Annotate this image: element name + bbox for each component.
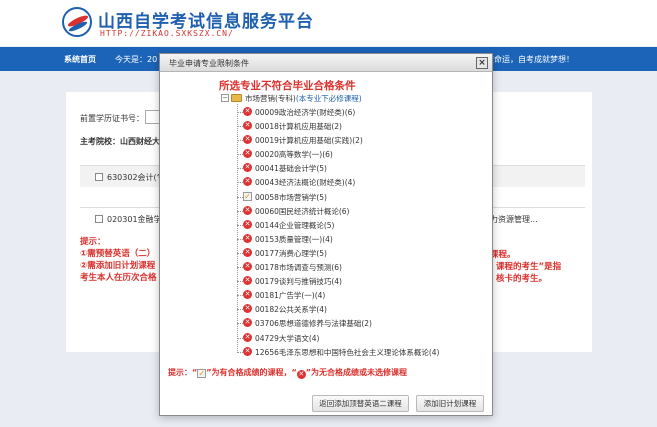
nav-date: 今天是：20 (115, 55, 158, 64)
course-label: 00019计算机应用基础(实践)(2) (255, 136, 363, 146)
course-label: 00018计算机应用基础(2) (255, 122, 342, 132)
cross-icon: ✕ (243, 135, 252, 145)
page-tip-right: 课程的考生”是指 (496, 262, 562, 272)
add-old-plan-button[interactable]: 添加旧计划课程 (416, 395, 484, 412)
cross-icon: ✕ (243, 219, 252, 229)
tree-branch (237, 309, 243, 311)
page-tip-line: ①需预替英语（二） (80, 249, 156, 259)
course-label: 00041基础会计学(5) (255, 164, 327, 174)
cross-icon: ✕ (243, 163, 252, 173)
major-row-extra: 力资源管理... (490, 215, 538, 224)
major-row-label: 630302会计(专 (107, 173, 165, 182)
major-checkbox[interactable] (95, 173, 103, 181)
dialog-heading: 所选专业不符合毕业合格条件 (219, 80, 356, 92)
course-label: 00020高等数学(一)(6) (255, 150, 333, 160)
course-label: 03706思想道德修养与法律基础(2) (255, 319, 372, 329)
page-tip-right: 课程。 (490, 250, 516, 260)
back-add-english-button[interactable]: 返回添加顶替英语二课程 (312, 395, 409, 412)
cross-icon: ✕ (243, 149, 252, 159)
course-label: 00182公共关系学(4) (255, 305, 327, 315)
page-tip-line: 考生本人在历次合格 (80, 273, 157, 283)
legend-pass-text: ”为有合格成绩的课程，“ (206, 368, 297, 377)
dialog-title: 毕业申请专业限制条件 (169, 59, 249, 68)
course-label: 00144企业管理概论(5) (255, 220, 335, 230)
cross-icon: ✕ (243, 332, 252, 342)
cross-icon: ✕ (243, 247, 252, 257)
course-label: 00177消费心理学(5) (255, 248, 327, 258)
tree-root-sublabel: (本专业下必修课程) (295, 94, 362, 103)
course-label: 00179谈判与推销技巧(4) (255, 277, 342, 287)
tree-branch (237, 154, 243, 156)
cross-icon: ✕ (243, 205, 252, 215)
legend-fail-text: ”为无合格成绩或未选修课程 (305, 368, 408, 377)
tree-branch (237, 323, 243, 325)
cross-icon: ✕ (243, 262, 252, 272)
dialog-legend: 提示：“✓”为有合格成绩的课程，“ ✕ ”为无合格成绩或未选修课程 (168, 367, 407, 379)
cross-icon: ✕ (296, 370, 306, 379)
site-header: 山西自学考试信息服务平台 HTTP://ZIKAO.SXKSZX.CN/ (0, 0, 657, 46)
check-icon: ✓ (197, 369, 207, 378)
major-row-label: 020301金融学( (107, 215, 165, 224)
course-label: 00153质量管理(一)(4) (255, 234, 333, 244)
folder-icon (231, 94, 242, 102)
page-tip-right: 核卡的考生。 (496, 274, 548, 284)
page-tip-line: ②需添加旧计划课程 (80, 261, 156, 271)
major-checkbox[interactable] (95, 215, 103, 223)
cross-icon: ✕ (243, 290, 252, 300)
cross-icon: ✕ (243, 177, 252, 187)
collapse-icon[interactable]: − (221, 94, 229, 102)
cross-icon: ✕ (243, 276, 252, 286)
tree-root-label: 市场营销(专科) (245, 94, 296, 103)
course-label: 00058市场营销学(5) (255, 192, 327, 202)
cross-icon: ✕ (243, 233, 252, 243)
cross-icon: ✕ (243, 121, 252, 131)
edu-cert-label: 前置学历证书号： (80, 114, 144, 123)
course-label: 04729大学语文(4) (255, 333, 320, 343)
cross-icon: ✕ (243, 107, 252, 116)
cross-icon: ✕ (243, 304, 252, 314)
close-icon[interactable]: × (476, 57, 488, 69)
course-label: 00009政治经济学(财经类)(6) (255, 108, 356, 117)
site-logo-icon (62, 7, 92, 37)
graduation-restriction-dialog: 毕业申请专业限制条件 × 所选专业不符合毕业合格条件 − 市场营销(专科)(本专… (159, 53, 493, 416)
check-icon: ✓ (243, 191, 252, 201)
tree-branch (237, 182, 243, 184)
course-label: 00181广告学(一)(4) (255, 291, 326, 301)
site-url: HTTP://ZIKAO.SXKSZX.CN/ (100, 29, 234, 38)
cross-icon: ✕ (243, 318, 252, 328)
nav-home-link[interactable]: 系统首页 (64, 54, 96, 65)
course-label: 00060国民经济统计概论(6) (255, 206, 350, 216)
course-label: 00043经济法概论(财经类)(4) (255, 178, 356, 188)
course-label: 00178市场调查与预测(6) (255, 263, 342, 273)
page-tip: 提示： ①需预替英语（二） ②需添加旧计划课程 考生本人在历次合格 (80, 236, 157, 284)
cross-icon: ✕ (243, 346, 252, 356)
page-tip-line: 提示： (80, 237, 106, 247)
legend-prefix: 提示：“ (168, 368, 198, 377)
tree-branch (237, 168, 243, 170)
course-label: 12656毛泽东思想和中国特色社会主义理论体系概论(4) (255, 347, 440, 357)
school-label: 主考院校：山西财经大 (80, 137, 160, 146)
dialog-titlebar[interactable]: 毕业申请专业限制条件 × (160, 54, 492, 72)
